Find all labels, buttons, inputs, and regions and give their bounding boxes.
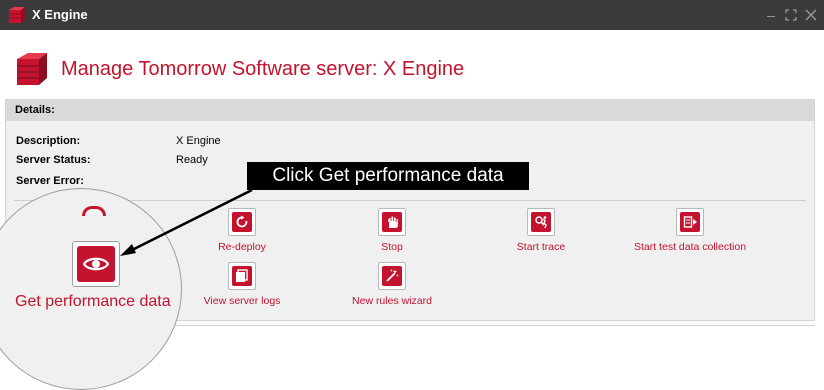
instruction-callout: Click Get performance data bbox=[247, 162, 529, 190]
